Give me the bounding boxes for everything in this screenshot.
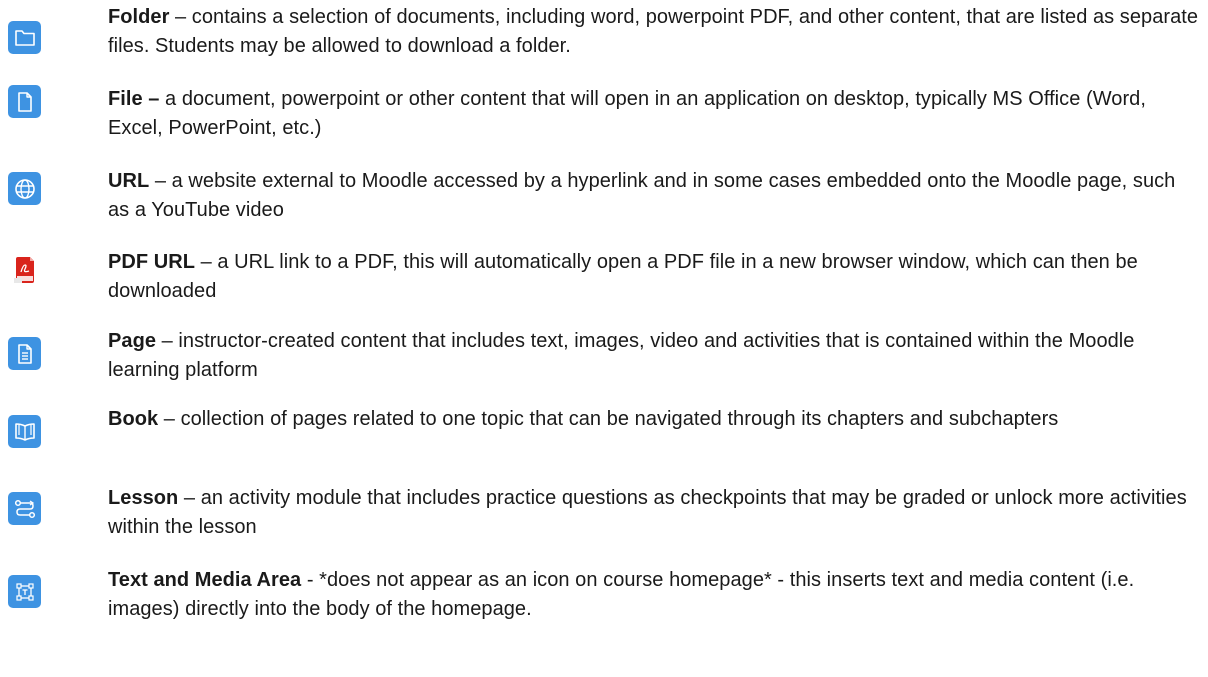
list-item-url: URL – a website external to Moodle acces… xyxy=(0,165,1208,245)
list-item-folder: Folder – contains a selection of documen… xyxy=(0,0,1208,80)
entry-description: – a URL link to a PDF, this will automat… xyxy=(108,251,1138,302)
lesson-icon xyxy=(8,492,41,525)
entry-text: Book – collection of pages related to on… xyxy=(108,405,1200,434)
entry-term: URL xyxy=(108,170,150,192)
entry-description: – collection of pages related to one top… xyxy=(158,408,1059,430)
pdf-icon xyxy=(8,253,41,286)
entry-description: – a website external to Moodle accessed … xyxy=(108,170,1176,221)
globe-icon xyxy=(8,172,41,205)
list-item-text-and-media-area: Text and Media Area - *does not appear a… xyxy=(0,561,1208,641)
folder-icon xyxy=(8,21,41,54)
text-media-area-icon xyxy=(8,575,41,608)
entry-term: PDF URL xyxy=(108,251,196,273)
entry-text: Lesson – an activity module that include… xyxy=(108,484,1200,542)
entry-text: PDF URL – a URL link to a PDF, this will… xyxy=(108,248,1200,306)
entry-text: File – a document, powerpoint or other c… xyxy=(108,85,1200,143)
entry-term: Folder xyxy=(108,6,170,28)
entry-term: Text and Media Area xyxy=(108,569,302,591)
book-icon xyxy=(8,415,41,448)
list-item-lesson: Lesson – an activity module that include… xyxy=(0,480,1208,560)
entry-term: File – xyxy=(108,88,160,110)
entry-description: – an activity module that includes pract… xyxy=(108,487,1187,538)
entry-text: URL – a website external to Moodle acces… xyxy=(108,167,1200,225)
entry-text: Folder – contains a selection of documen… xyxy=(108,3,1200,61)
entry-description: a document, powerpoint or other content … xyxy=(108,88,1146,139)
page-icon xyxy=(8,337,41,370)
file-icon xyxy=(8,85,41,118)
entry-term: Page xyxy=(108,330,157,352)
entry-term: Book xyxy=(108,408,159,430)
list-item-file: File – a document, powerpoint or other c… xyxy=(0,80,1208,160)
list-item-book: Book – collection of pages related to on… xyxy=(0,403,1208,483)
list-item-page: Page – instructor-created content that i… xyxy=(0,321,1208,401)
entry-text: Page – instructor-created content that i… xyxy=(108,327,1200,385)
list-item-pdf-url: PDF URL – a URL link to a PDF, this will… xyxy=(0,244,1208,324)
entry-term: Lesson xyxy=(108,487,179,509)
entry-description: – instructor-created content that includ… xyxy=(108,330,1135,381)
entry-description: – contains a selection of documents, inc… xyxy=(108,6,1199,57)
entry-text: Text and Media Area - *does not appear a… xyxy=(108,566,1200,624)
